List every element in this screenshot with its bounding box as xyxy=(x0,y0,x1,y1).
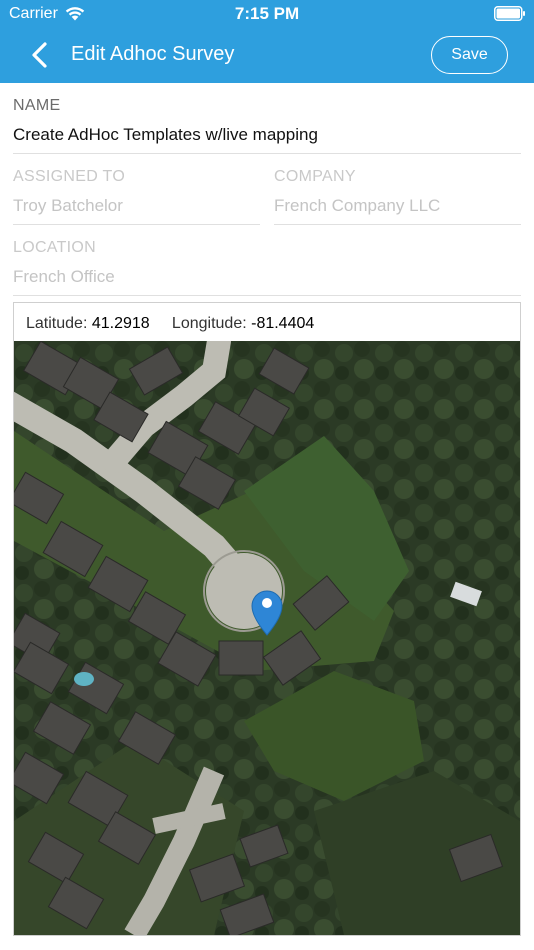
name-field[interactable]: Create AdHoc Templates w/live mapping xyxy=(13,125,318,145)
latitude-label: Latitude: xyxy=(26,315,88,332)
company-field: French Company LLC xyxy=(274,196,441,215)
satellite-map-image xyxy=(14,341,520,935)
status-time: 7:15 PM xyxy=(234,4,300,23)
coordinates-readout: Latitude: 41.2918 Longitude: -81.4404 xyxy=(26,315,314,333)
company-divider xyxy=(274,224,521,225)
company-label: COMPANY xyxy=(274,168,356,185)
latitude-value: 41.2918 xyxy=(91,315,150,332)
header: Carrier 7:15 PM Edit Adhoc Survey Save xyxy=(0,0,534,83)
assigned-to-label: ASSIGNED TO xyxy=(13,168,126,185)
save-button[interactable]: Save xyxy=(431,36,508,74)
chevron-left-icon[interactable] xyxy=(28,41,52,69)
name-label: NAME xyxy=(13,97,61,114)
page-title: Edit Adhoc Survey xyxy=(71,43,235,65)
battery-icon xyxy=(494,6,525,21)
satellite-map[interactable] xyxy=(14,341,520,935)
map-card: Latitude: 41.2918 Longitude: -81.4404 xyxy=(13,302,521,936)
nav-bar: Edit Adhoc Survey Save xyxy=(0,28,534,83)
status-bar: Carrier 7:15 PM xyxy=(0,0,534,28)
location-label: LOCATION xyxy=(13,239,97,256)
location-field: French Office xyxy=(13,267,115,286)
assigned-to-field: Troy Batchelor xyxy=(13,196,123,215)
longitude-label: Longitude: xyxy=(171,315,247,332)
longitude-value: -81.4404 xyxy=(251,315,315,332)
location-divider xyxy=(13,295,521,296)
name-divider xyxy=(13,153,521,154)
assigned-to-divider xyxy=(13,224,260,225)
